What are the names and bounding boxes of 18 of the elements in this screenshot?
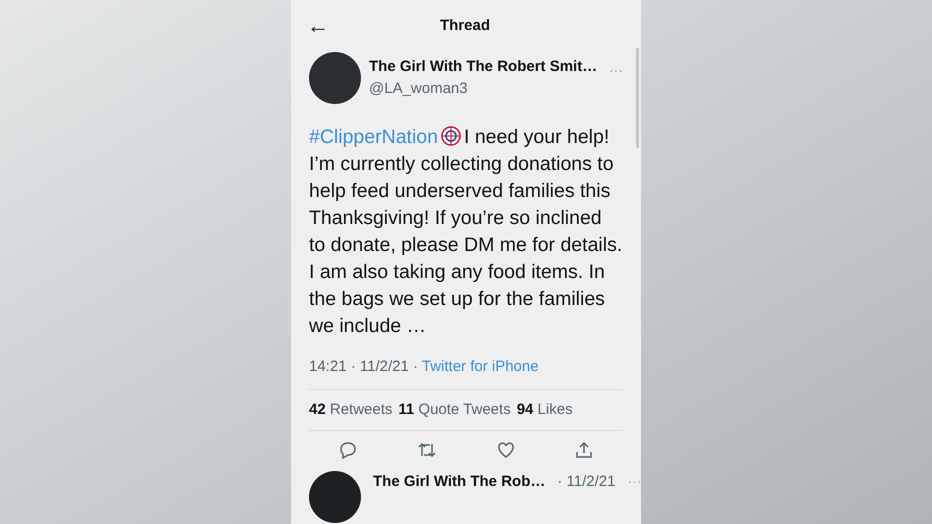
engagement-count[interactable]: 42 Retweets bbox=[309, 398, 392, 421]
user-handle[interactable]: @LA_woman3 bbox=[369, 78, 601, 100]
tweet-date: · 11/2/21 bbox=[557, 472, 616, 492]
engagement-count[interactable]: 94 Likes bbox=[516, 398, 573, 421]
display-name[interactable]: The Girl With The Rob… bbox=[373, 471, 546, 494]
avatar[interactable] bbox=[309, 52, 361, 104]
engagement-count[interactable]: 11 Quote Tweets bbox=[398, 398, 511, 421]
avatar[interactable] bbox=[309, 471, 361, 523]
header-title: Thread bbox=[438, 16, 491, 36]
back-button[interactable]: ← bbox=[307, 15, 329, 37]
tweet-text: #ClipperNation I need your help! I’m currently collecting donations to help feed underserved families this Thanksgiving! If you’re so inclined to donate, please DM me for details. I am also taking any food items. In the bags we set up for the families we include … bbox=[308, 125, 624, 339]
heart-icon[interactable] bbox=[497, 441, 515, 459]
retweet-icon[interactable] bbox=[417, 441, 437, 459]
display-name[interactable]: The Girl With The Robert Smit… bbox=[369, 56, 601, 78]
scrollbar[interactable] bbox=[636, 48, 639, 148]
tweet-timestamp: 14:21 · 11/2/21 · bbox=[309, 358, 419, 375]
share-icon[interactable] bbox=[575, 441, 593, 459]
reply-icon[interactable] bbox=[339, 441, 357, 459]
